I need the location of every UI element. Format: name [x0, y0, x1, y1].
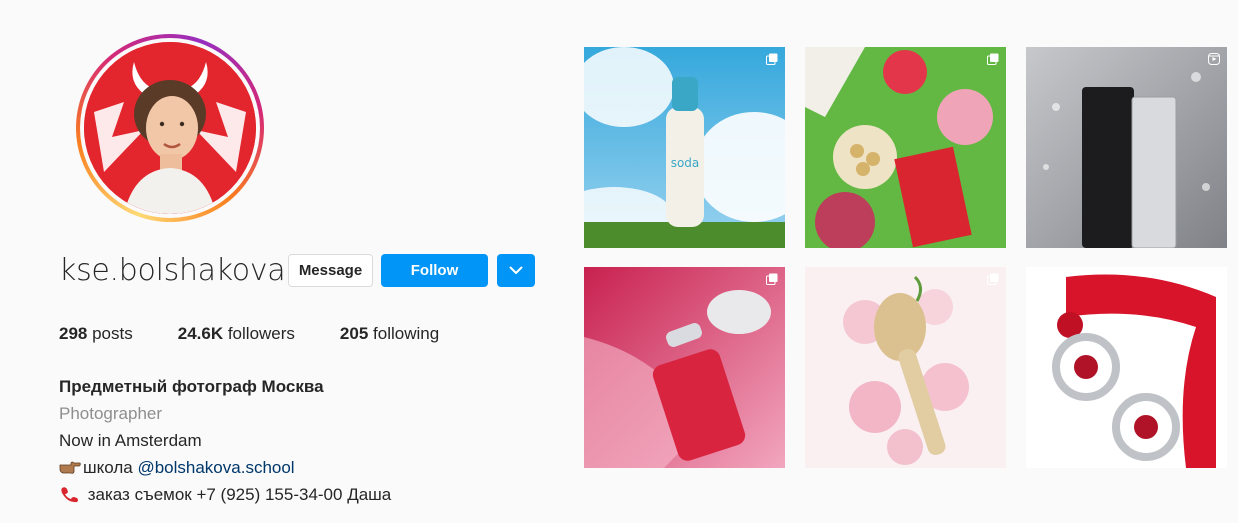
- bio-school-link[interactable]: @bolshakova.school: [137, 458, 294, 477]
- avatar-ring-gap: [80, 38, 260, 218]
- bio-full-name: Предметный фотограф Москва: [59, 377, 324, 396]
- profile-stats: 298 posts 24.6K followers 205 following: [59, 324, 484, 344]
- bio-category: Photographer: [59, 404, 163, 423]
- carousel-icon: [987, 273, 999, 285]
- posts-count-value: 298: [59, 324, 88, 343]
- post-tile[interactable]: [805, 47, 1006, 248]
- carousel-icon: [987, 53, 999, 65]
- follow-button[interactable]: Follow: [381, 254, 488, 287]
- telephone-receiver-icon: [61, 487, 78, 503]
- post-image-cleanser: [1026, 47, 1227, 248]
- avatar[interactable]: [84, 42, 256, 214]
- posts-count: 298 posts: [59, 324, 133, 344]
- bio-order-line: заказ съемок +7 (925) 155-34-00 Даша: [59, 481, 391, 508]
- profile-username: kse.bolshakova: [59, 253, 286, 288]
- followers-link[interactable]: 24.6K followers: [178, 324, 295, 344]
- profile-bio: Предметный фотограф Москва Photographer …: [59, 373, 391, 508]
- post-image-earrings: [1026, 267, 1227, 468]
- message-button[interactable]: Message: [288, 254, 373, 287]
- post-tile[interactable]: [1026, 267, 1227, 468]
- post-image-brush-roses: [805, 267, 1006, 468]
- reel-icon: [1208, 53, 1220, 65]
- following-count-label: following: [368, 324, 440, 343]
- post-image-workout-jar: [584, 267, 785, 468]
- posts-count-label: posts: [87, 324, 133, 343]
- bio-line: Now in Amsterdam: [59, 431, 202, 450]
- bio-order-text: заказ съемок +7 (925) 155-34-00 Даша: [83, 485, 392, 504]
- suggested-accounts-button[interactable]: [497, 254, 535, 287]
- pointing-hand-icon: [59, 461, 81, 474]
- followers-count-label: followers: [223, 324, 295, 343]
- post-tile[interactable]: [1026, 47, 1227, 248]
- bio-school-line: школа @bolshakova.school: [59, 454, 391, 481]
- profile-avatar-ring[interactable]: [76, 34, 264, 222]
- avatar-photo: [84, 42, 256, 214]
- carousel-icon: [766, 53, 778, 65]
- post-tile[interactable]: [584, 267, 785, 468]
- followers-count-value: 24.6K: [177, 324, 224, 343]
- bio-school-prefix: школа: [83, 458, 138, 477]
- following-count-value: 205: [339, 324, 369, 343]
- svg-text:soda: soda: [671, 156, 700, 170]
- post-tile[interactable]: soda: [584, 47, 785, 248]
- chevron-down-icon: [509, 266, 523, 274]
- post-image-picnic: [805, 47, 1006, 248]
- post-tile[interactable]: [805, 267, 1006, 468]
- following-link[interactable]: 205 following: [340, 324, 439, 344]
- carousel-icon: [766, 273, 778, 285]
- post-image-soda-foam: soda: [584, 47, 785, 248]
